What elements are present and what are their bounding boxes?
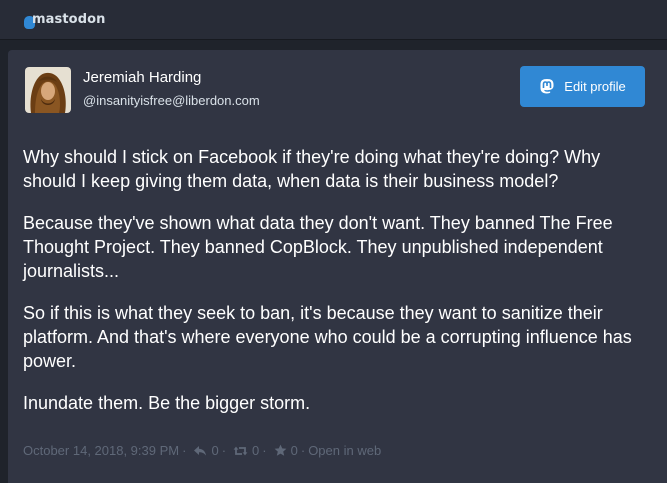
- status-paragraph: So if this is what they seek to ban, it'…: [23, 303, 632, 371]
- mastodon-logo[interactable]: mastodon: [24, 10, 106, 29]
- star-icon[interactable]: [274, 444, 287, 457]
- status-card: Jeremiah Harding @insanityisfree@liberdo…: [8, 50, 667, 483]
- status-meta: October 14, 2018, 9:39 PM · 0 · 0 · 0 · …: [23, 443, 381, 458]
- avatar[interactable]: [25, 67, 71, 113]
- boost-icon[interactable]: [233, 445, 248, 457]
- separator: ·: [300, 443, 306, 458]
- edit-profile-label: Edit profile: [564, 79, 626, 94]
- status-content: Why should I stick on Facebook if they'r…: [23, 145, 653, 433]
- top-bar: mastodon: [0, 0, 667, 40]
- boost-count: 0: [252, 443, 260, 458]
- favourite-count: 0: [290, 443, 298, 458]
- separator: ·: [262, 443, 267, 458]
- status-paragraph: Inundate them. Be the bigger storm.: [23, 393, 311, 413]
- status-paragraph: Why should I stick on Facebook if they'r…: [23, 147, 601, 191]
- reply-icon[interactable]: [193, 445, 207, 457]
- edit-profile-button[interactable]: Edit profile: [520, 66, 645, 107]
- open-in-web-link[interactable]: Open in web: [308, 443, 381, 458]
- account-handle[interactable]: @insanityisfree@liberdon.com: [83, 93, 260, 108]
- status-paragraph: Because they've shown what data they don…: [23, 213, 613, 281]
- mastodon-icon: [539, 78, 555, 95]
- logo-text: mastodon: [32, 12, 106, 27]
- avatar-photo-icon: [25, 67, 71, 113]
- display-name[interactable]: Jeremiah Harding: [83, 69, 201, 86]
- separator: ·: [182, 443, 187, 458]
- status-timestamp[interactable]: October 14, 2018, 9:39 PM: [23, 443, 179, 458]
- reply-count: 0: [211, 443, 219, 458]
- separator: ·: [221, 443, 227, 458]
